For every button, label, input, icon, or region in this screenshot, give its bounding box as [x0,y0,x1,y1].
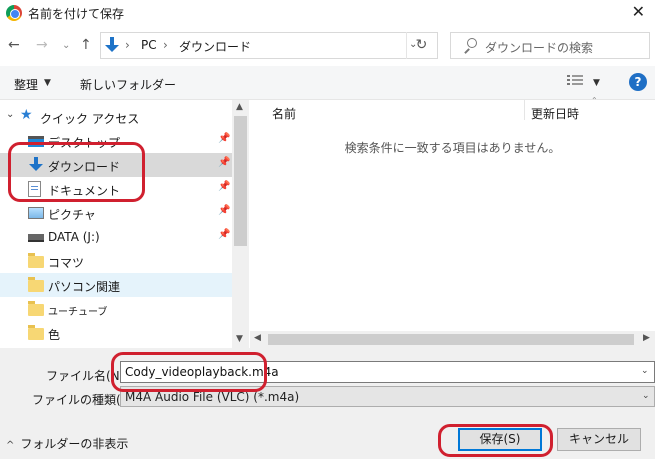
save-options-panel: ファイル名(N): ⌄ ファイルの種類(T): M4A Audio File (… [0,348,655,459]
star-icon: ★ [20,107,33,123]
document-icon [28,181,41,197]
navigation-bar: ← → ⌄ ↑ › PC › ダウンロード ⌄ ↻ ダウンロードの検索 [0,30,655,62]
column-divider[interactable] [524,100,525,120]
save-button[interactable]: 保存(S) [458,428,542,451]
folder-icon [28,301,44,316]
sort-indicator-icon: ⌃ [591,96,598,105]
pin-icon[interactable]: 📌 [218,229,230,240]
up-arrow-icon[interactable]: ↑ [80,37,92,53]
sidebar-item-label: ドキュメント [48,184,121,198]
navigation-pane: ⌄ ★ クイック アクセス デスクトップ 📌 ダウンロード 📌 ドキュメント 📌… [0,100,232,348]
search-icon [463,38,477,54]
column-header-date-modified[interactable]: 更新日時 [531,105,579,122]
sidebar-item-label: DATA (J:) [48,230,100,244]
cancel-button[interactable]: キャンセル [557,428,641,451]
folder-icon [28,253,44,268]
refresh-icon[interactable]: ↻ [406,32,436,59]
filetype-select[interactable]: M4A Audio File (VLC) (*.m4a) ⌄ [120,386,655,407]
pin-icon[interactable]: 📌 [218,181,230,192]
sidebar-item-documents[interactable]: ドキュメント 📌 [0,177,232,201]
sidebar-item-komatsu[interactable]: コマツ [0,249,232,273]
sidebar-item-color[interactable]: 色 [0,321,232,345]
address-bar[interactable]: › PC › ダウンロード ⌄ [100,32,438,59]
new-folder-button[interactable]: 新しいフォルダー [80,76,176,93]
pin-icon[interactable]: 📌 [218,157,230,168]
filename-dropdown-icon[interactable]: ⌄ [641,366,649,376]
chevron-up-icon: ^ [6,440,15,451]
scroll-right-icon[interactable]: ▶ [643,333,650,343]
sidebar-item-label: ユーチューブ [48,307,108,318]
desktop-icon [28,136,44,147]
sidebar-item-label: ダウンロード [48,160,121,174]
sidebar-item-pictures[interactable]: ピクチャ 📌 [0,201,232,225]
back-arrow-icon[interactable]: ← [8,37,20,53]
recent-locations-chevron-icon[interactable]: ⌄ [62,40,70,51]
forward-arrow-icon[interactable]: → [36,37,48,53]
search-placeholder: ダウンロードの検索 [485,41,594,55]
breadcrumb-pc[interactable]: PC [141,38,157,52]
command-toolbar: 整理 ▼ 新しいフォルダー ▼ ? [0,66,655,100]
quick-access-header[interactable]: ⌄ ★ クイック アクセス [0,105,232,129]
breadcrumb-separator-icon[interactable]: › [163,38,168,52]
filename-input[interactable] [120,361,655,383]
sidebar-item-label: パソコン関連 [48,280,121,294]
search-box[interactable]: ダウンロードの検索 [450,32,650,59]
sidebar-item-downloads[interactable]: ダウンロード 📌 [0,153,232,177]
window-title: 名前を付けて保存 [28,7,125,21]
view-options-icon[interactable] [567,75,583,89]
close-icon[interactable]: ✕ [632,2,645,21]
filename-label: ファイル名(N): [46,369,129,383]
hide-folders-label: フォルダーの非表示 [20,437,129,451]
download-icon [105,37,119,53]
breadcrumb-downloads[interactable]: ダウンロード [179,38,251,55]
pin-icon[interactable]: 📌 [218,205,230,216]
scroll-up-icon[interactable]: ▲ [236,102,243,112]
download-icon [28,157,44,173]
drive-icon [28,234,44,242]
title-bar: 名前を付けて保存 ✕ [0,0,655,26]
file-list-pane: 名前 更新日時 ⌃ 検索条件に一致する項目はありません。 [250,96,655,348]
sidebar-item-data-drive[interactable]: DATA (J:) 📌 [0,225,232,249]
scrollbar-thumb[interactable] [234,116,247,246]
sidebar-item-label: ピクチャ [48,208,96,222]
sidebar-item-desktop[interactable]: デスクトップ 📌 [0,129,232,153]
pictures-icon [28,207,44,219]
view-dropdown-icon[interactable]: ▼ [593,78,600,88]
navigation-pane-scrollbar[interactable]: ▲ ▼ [232,100,249,348]
chrome-icon [6,5,22,21]
help-icon[interactable]: ? [629,73,647,91]
folder-icon [28,277,44,292]
pin-icon[interactable]: 📌 [218,133,230,144]
hide-folders-toggle[interactable]: ^ フォルダーの非表示 [6,435,128,452]
sidebar-item-pc-related[interactable]: パソコン関連 [0,273,232,297]
organize-button[interactable]: 整理 [14,76,38,93]
scrollbar-thumb[interactable] [268,334,634,345]
sidebar-item-youtube[interactable]: ユーチューブ [0,297,232,321]
sidebar-item-label: 色 [48,328,61,342]
column-header-name[interactable]: 名前 [272,105,296,122]
sidebar-item-label: コマツ [48,256,85,270]
filetype-dropdown-icon[interactable]: ⌄ [642,391,650,401]
scroll-down-icon[interactable]: ▼ [236,334,243,344]
sidebar-item-label: デスクトップ [48,136,121,150]
filetype-value: M4A Audio File (VLC) (*.m4a) [125,390,300,404]
file-list-horizontal-scrollbar[interactable]: ◀ ▶ [250,331,655,348]
breadcrumb-separator-icon[interactable]: › [125,38,130,52]
scroll-left-icon[interactable]: ◀ [254,333,261,343]
folder-icon [28,325,44,340]
chevron-down-icon[interactable]: ⌄ [6,109,14,120]
quick-access-label: クイック アクセス [40,112,140,126]
empty-results-message: 検索条件に一致する項目はありません。 [344,141,561,155]
organize-dropdown-icon[interactable]: ▼ [44,78,51,88]
